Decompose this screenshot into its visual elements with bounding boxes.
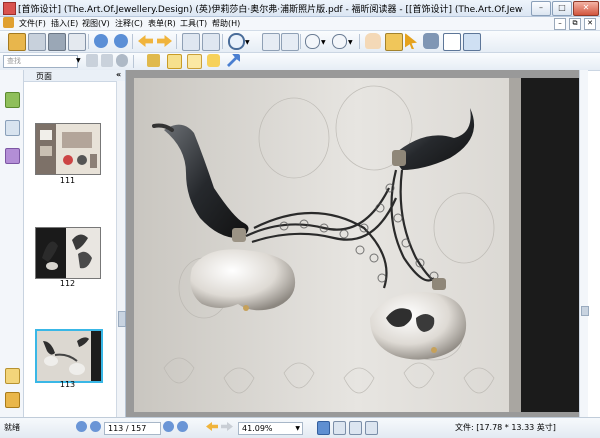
pages-panel-icon[interactable] [5, 92, 20, 108]
close-button[interactable]: ✕ [573, 1, 599, 16]
secondary-toolbar: 查找 ▼ [0, 53, 600, 71]
zoom-dropdown-arrow-icon[interactable]: ▼ [245, 39, 250, 46]
mdi-restore-button[interactable]: ⧉ [569, 18, 581, 30]
layers-panel-icon[interactable] [5, 148, 20, 164]
arrow-tool-icon[interactable] [227, 54, 240, 67]
two-page-icon[interactable] [202, 33, 220, 51]
first-page-button-icon[interactable] [76, 421, 87, 432]
bookmarks-panel-icon[interactable] [5, 120, 20, 136]
callout-icon[interactable] [207, 54, 220, 67]
maximize-button[interactable]: □ [552, 1, 572, 16]
save-icon[interactable] [28, 33, 46, 51]
panel-title: 页面 [36, 72, 52, 81]
app-icon [3, 2, 16, 15]
select-icon[interactable] [405, 33, 417, 49]
page-number-field[interactable]: 113 / 157 [104, 422, 161, 435]
window-title: [首饰设计] (The.Art.Of.Jewellery.Design) (英)… [18, 5, 523, 15]
thumbnail-label-112: 112 [59, 279, 76, 288]
zoom-in-dropdown-icon[interactable]: ▼ [348, 39, 353, 46]
title-bar: [首饰设计] (The.Art.Of.Jewellery.Design) (英)… [0, 0, 600, 17]
find-next-icon[interactable] [101, 54, 113, 67]
zoom-out-icon[interactable] [305, 34, 320, 49]
minimize-button[interactable]: – [531, 1, 551, 16]
menu-file[interactable]: 文件(F) [19, 18, 46, 29]
next-page-button-icon[interactable] [163, 421, 174, 432]
menu-help[interactable]: 帮助(H) [212, 18, 240, 29]
fit-page-icon[interactable] [262, 33, 280, 51]
thumbnail-label-111: 111 [59, 176, 76, 185]
thumbnail-page-111[interactable] [35, 123, 101, 175]
comments-panel-icon[interactable] [5, 368, 20, 384]
note-icon[interactable] [167, 54, 182, 69]
doc-menu-icon[interactable] [3, 17, 14, 28]
find-previous-icon[interactable] [86, 54, 98, 67]
image-tool-icon[interactable] [463, 33, 481, 51]
pdf-page[interactable] [134, 78, 581, 412]
thumbnail-page-112[interactable] [35, 227, 101, 279]
panel-header: 页面 « [24, 70, 125, 82]
main-toolbar: ▼ ▼ ▼ [0, 31, 600, 53]
forward-arrow-icon[interactable] [157, 35, 172, 47]
zoom-level-value: 41.09% [242, 424, 273, 433]
menu-insert[interactable]: 插入(E) [51, 18, 78, 29]
binoculars-icon[interactable] [423, 33, 439, 49]
menu-view[interactable]: 视图(V) [82, 18, 110, 29]
collapse-panel-button[interactable]: « [116, 70, 121, 79]
find-input[interactable]: 查找 [3, 55, 78, 68]
zoom-level-dropdown-icon[interactable]: ▼ [295, 423, 300, 434]
status-ready-text: 就绪 [4, 423, 20, 432]
thumbnail-scroll-thumb[interactable] [118, 311, 126, 327]
first-page-icon[interactable] [94, 34, 108, 48]
page-icon[interactable] [182, 33, 200, 51]
menu-form[interactable]: 表单(R) [148, 18, 176, 29]
zoom-out-dropdown-icon[interactable]: ▼ [321, 39, 326, 46]
menu-comment[interactable]: 注释(C) [115, 18, 143, 29]
go-back-icon[interactable] [206, 422, 218, 431]
thumbnail-page-113[interactable] [35, 329, 103, 383]
textbox-icon[interactable] [187, 54, 202, 69]
menu-bar: 文件(F) 插入(E) 视图(V) 注释(C) 表单(R) 工具(T) 帮助(H… [0, 17, 600, 31]
continuous-facing-view-icon[interactable] [365, 421, 378, 435]
comment-tool-icon[interactable] [147, 54, 160, 67]
mdi-close-button[interactable]: ✕ [584, 18, 596, 30]
folder-open-icon[interactable] [8, 33, 26, 51]
find-dropdown-icon[interactable]: ▼ [76, 57, 81, 64]
print-icon[interactable] [48, 33, 66, 51]
snapshot-icon[interactable] [385, 33, 403, 51]
previous-page-button-icon[interactable] [90, 421, 101, 432]
zoom-level-field[interactable]: 41.09% ▼ [238, 422, 303, 435]
fit-width-icon[interactable] [281, 33, 299, 51]
last-page-button-icon[interactable] [177, 421, 188, 432]
email-icon[interactable] [68, 33, 86, 51]
mdi-minimize-button[interactable]: – [554, 18, 566, 30]
text-tool-icon[interactable] [443, 33, 461, 51]
file-size-text: 文件: [17.78 * 13.33 英寸] [455, 423, 556, 432]
search-icon[interactable] [116, 54, 128, 67]
back-arrow-icon[interactable] [138, 35, 153, 47]
thumbnail-panel: 页面 « 111 112 113 [24, 70, 126, 417]
hand-icon[interactable] [365, 33, 381, 49]
thumbnail-label-113: 113 [59, 380, 76, 389]
attachments-panel-icon[interactable] [5, 392, 20, 408]
status-bar: 就绪 113 / 157 41.09% ▼ 文件: [17.78 * 13.33… [0, 417, 600, 438]
document-scroll-thumb[interactable] [581, 306, 589, 316]
facing-view-icon[interactable] [349, 421, 362, 435]
last-page-icon[interactable] [114, 34, 128, 48]
zoom-in-icon[interactable] [228, 33, 245, 50]
go-forward-icon[interactable] [221, 422, 233, 431]
thumbnail-scrollbar[interactable] [116, 81, 126, 417]
navigation-strip [0, 70, 24, 417]
zoom-in-small-icon[interactable] [332, 34, 347, 49]
single-page-view-icon[interactable] [317, 421, 330, 435]
continuous-view-icon[interactable] [333, 421, 346, 435]
menu-tools[interactable]: 工具(T) [180, 18, 207, 29]
document-scrollbar[interactable] [579, 70, 589, 417]
document-view[interactable] [126, 70, 589, 417]
